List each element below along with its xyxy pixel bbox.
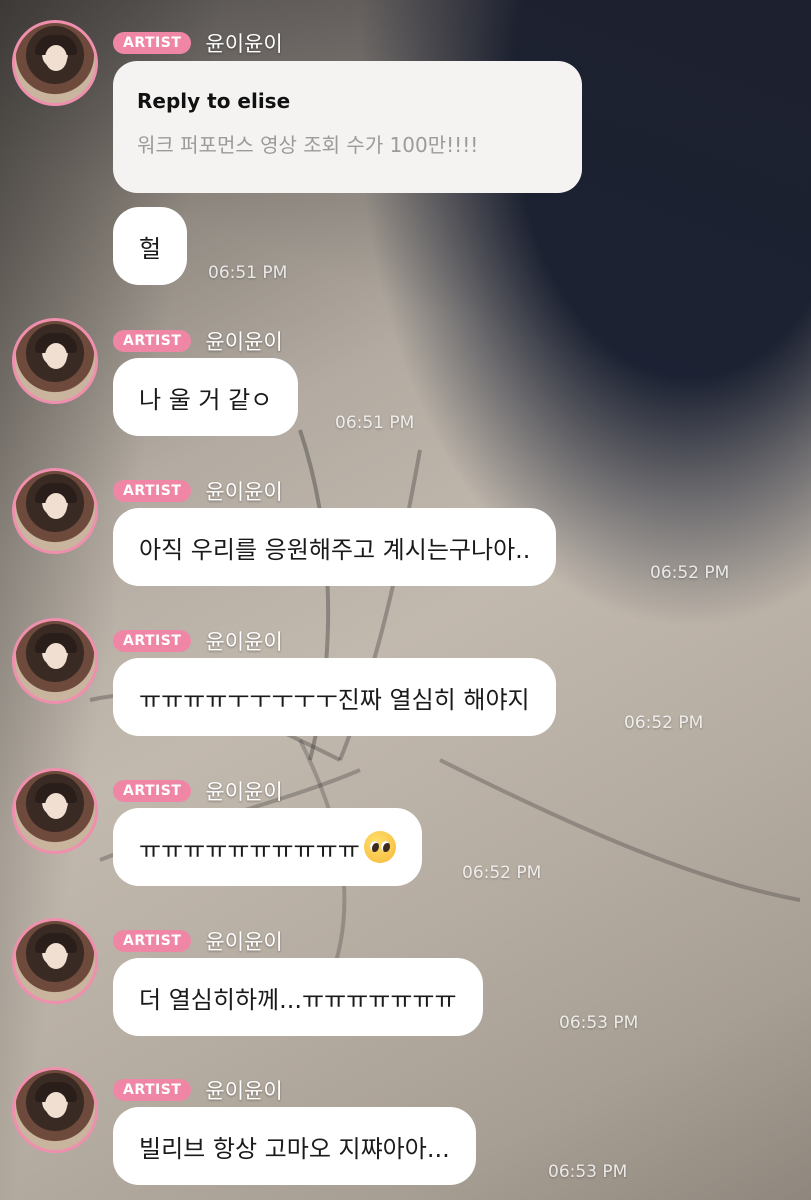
message-bubble[interactable]: 아직 우리를 응원해주고 계시는구나아.. <box>113 508 557 586</box>
avatar[interactable] <box>12 918 98 1004</box>
sender-row: ARTIST 윤이윤이 <box>113 1077 283 1103</box>
sender-row: ARTIST 윤이윤이 <box>113 628 283 654</box>
message-bubble[interactable]: ㅠㅠㅠㅠㅜㅜㅜㅜㅜ진짜 열심히 해야지 <box>113 658 556 736</box>
avatar[interactable] <box>12 768 98 854</box>
artist-badge: ARTIST <box>113 630 192 652</box>
avatar[interactable] <box>12 1067 98 1153</box>
message-bubble[interactable]: ㅠㅠㅠㅠㅠㅠㅠㅠㅠㅠ <box>113 808 422 886</box>
message-bubble[interactable]: 빌리브 항상 고마오 지쨔아아... <box>113 1107 476 1185</box>
message-text: 빌리브 항상 고마오 지쨔아아... <box>139 1134 450 1163</box>
message-time: 06:53 PM <box>548 1162 628 1182</box>
avatar[interactable] <box>12 318 98 404</box>
sender-row: ARTIST 윤이윤이 <box>113 478 283 504</box>
sender-name: 윤이윤이 <box>205 32 283 56</box>
sender-name: 윤이윤이 <box>205 1079 283 1103</box>
avatar[interactable] <box>12 618 98 704</box>
message-text: 더 열심히하께...ㅠㅠㅠㅠㅠㅠㅠ <box>139 985 457 1014</box>
sender-name: 윤이윤이 <box>205 480 283 504</box>
sender-row: ARTIST 윤이윤이 <box>113 928 283 954</box>
sender-name: 윤이윤이 <box>205 930 283 954</box>
reply-title: Reply to elise <box>137 89 291 113</box>
message-text: 아직 우리를 응원해주고 계시는구나아.. <box>139 535 531 564</box>
message-time: 06:53 PM <box>559 1013 639 1033</box>
sender-name: 윤이윤이 <box>205 780 283 804</box>
message-text: 헐 <box>139 234 162 263</box>
sender-name: 윤이윤이 <box>205 330 283 354</box>
message-time: 06:52 PM <box>462 863 542 883</box>
message-time: 06:51 PM <box>335 413 415 433</box>
avatar[interactable] <box>12 20 98 106</box>
message-time: 06:52 PM <box>624 713 704 733</box>
message-time: 06:52 PM <box>650 563 730 583</box>
artist-badge: ARTIST <box>113 1079 192 1101</box>
reply-quote: 워크 퍼포먼스 영상 조회 수가 100만!!!! <box>137 133 479 157</box>
message-bubble[interactable]: 나 울 거 같ㅇ <box>113 358 299 436</box>
message-time: 06:51 PM <box>208 263 288 283</box>
sender-row: ARTIST 윤이윤이 <box>113 778 283 804</box>
message-bubble[interactable]: 더 열심히하께...ㅠㅠㅠㅠㅠㅠㅠ <box>113 958 483 1036</box>
artist-badge: ARTIST <box>113 480 192 502</box>
artist-badge: ARTIST <box>113 330 192 352</box>
message-bubble[interactable]: 헐 <box>113 207 188 285</box>
artist-badge: ARTIST <box>113 780 192 802</box>
pleading-face-icon <box>363 831 396 863</box>
avatar[interactable] <box>12 468 98 554</box>
reply-card[interactable]: Reply to elise 워크 퍼포먼스 영상 조회 수가 100만!!!! <box>113 61 582 193</box>
message-text: ㅠㅠㅠㅠㅜㅜㅜㅜㅜ진짜 열심히 해야지 <box>139 685 530 714</box>
message-text: 나 울 거 같ㅇ <box>139 385 273 414</box>
sender-row: ARTIST 윤이윤이 <box>113 328 283 354</box>
sender-row: ARTIST 윤이윤이 <box>113 30 283 56</box>
artist-badge: ARTIST <box>113 32 192 54</box>
message-text: ㅠㅠㅠㅠㅠㅠㅠㅠㅠㅠ <box>139 835 360 864</box>
sender-name: 윤이윤이 <box>205 630 283 654</box>
artist-badge: ARTIST <box>113 930 192 952</box>
